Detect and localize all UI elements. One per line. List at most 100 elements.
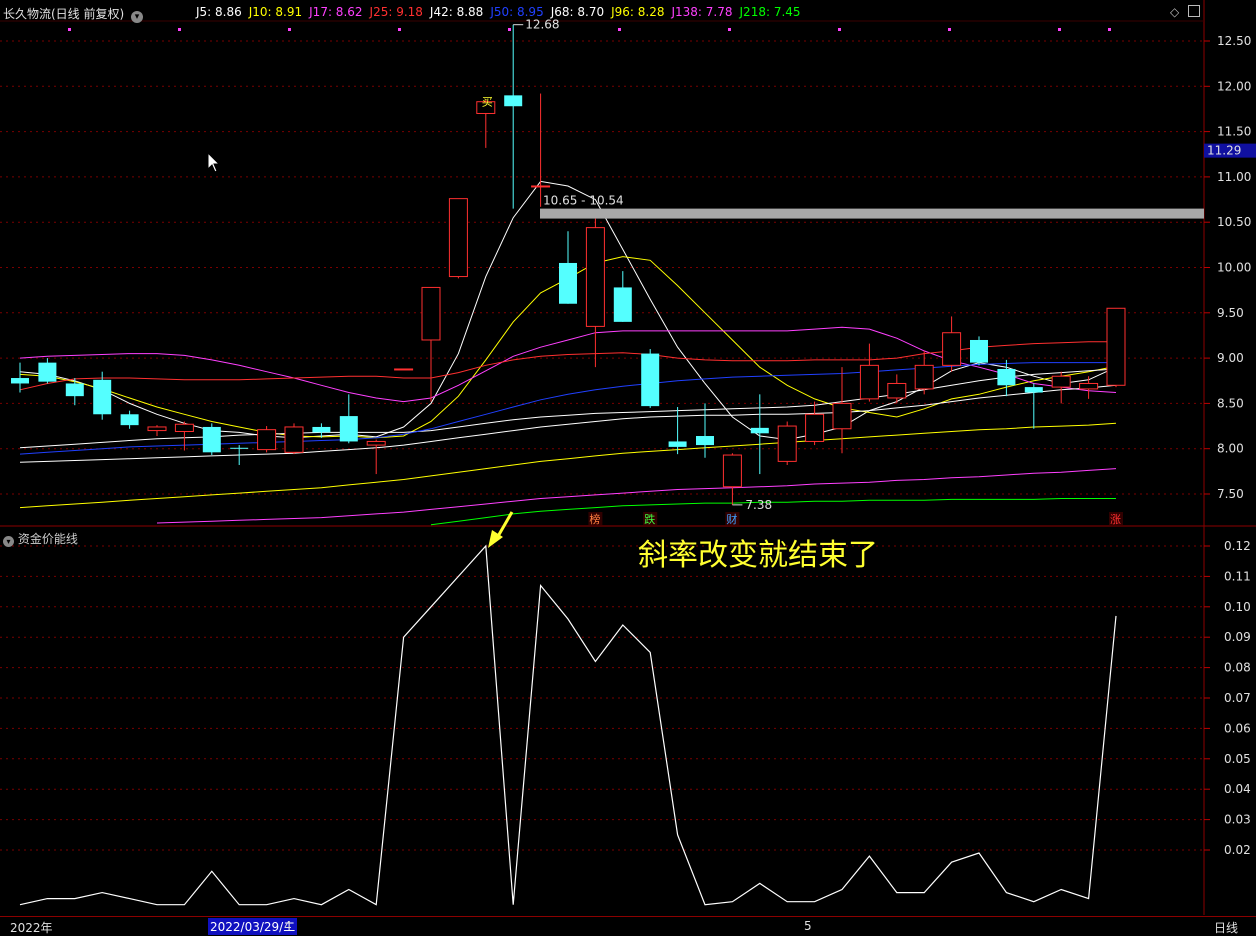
candle <box>1106 307 1126 388</box>
indicator-tick-label: 0.11 <box>1224 569 1251 583</box>
price-tick-label: 7.50 <box>1217 487 1244 501</box>
candle <box>887 374 907 404</box>
ma-legend: J5: 8.86 J10: 8.91 J17: 8.62 J25: 9.18 J42: … <box>196 5 808 19</box>
candle-body <box>257 429 277 451</box>
month-4-label: 4 <box>284 919 292 933</box>
candle-body <box>750 427 769 434</box>
candle <box>1051 371 1071 404</box>
month-5-label: 5 <box>804 919 812 933</box>
candle-body <box>997 368 1016 386</box>
candle-body <box>11 378 29 384</box>
candle <box>641 349 660 408</box>
candle-body <box>942 332 962 366</box>
candle <box>750 394 769 475</box>
price-tick-label: 10.50 <box>1217 215 1251 229</box>
candle-body <box>202 426 221 453</box>
price-chart-svg[interactable]: 12.50 12.00 11.50 11.00 10.50 10.00 9.50 9.00 8.… <box>0 0 1256 915</box>
indicator-panel[interactable] <box>0 527 1204 915</box>
candle-body <box>1079 382 1099 390</box>
price-tick-label: 11.00 <box>1217 170 1251 184</box>
candle <box>722 453 742 505</box>
candle <box>38 358 57 384</box>
candle-body <box>504 95 523 107</box>
event-marker: 涨 <box>1110 513 1121 526</box>
candle-body <box>448 198 468 278</box>
maximize-icon[interactable] <box>1188 5 1200 17</box>
indicator-tick-label: 0.08 <box>1224 661 1251 675</box>
candle-body <box>970 339 988 363</box>
ma-line-J218 <box>430 498 1116 526</box>
candle-body <box>65 383 84 397</box>
signal-dot <box>68 28 71 31</box>
range-label: 10.65 - 10.54 <box>543 194 624 208</box>
indicator-tick-label: 0.04 <box>1224 782 1251 796</box>
candle <box>997 359 1016 397</box>
candle-body <box>1051 375 1071 388</box>
candle <box>559 231 577 304</box>
candle-body <box>777 425 797 462</box>
ma-line-J138 <box>156 468 1117 524</box>
candle <box>284 423 304 455</box>
low-label: 7.38 <box>745 498 772 512</box>
candle <box>504 24 523 209</box>
signal-dot <box>948 28 951 31</box>
event-marker: 跌 <box>644 512 655 526</box>
stock-title[interactable]: 长久物流(日线 前复权) <box>3 7 124 21</box>
event-marker: 榜 <box>589 512 600 526</box>
candle-body <box>914 364 934 390</box>
candle <box>696 403 714 458</box>
ma-legend-item: J17: 8.62 <box>309 5 363 19</box>
candle <box>257 426 277 453</box>
candle <box>777 421 797 466</box>
price-tick-label: 9.50 <box>1217 306 1244 320</box>
ma-legend-item: J5: 8.86 <box>196 5 242 19</box>
candle <box>668 407 687 455</box>
price-tick-label: 8.50 <box>1217 396 1244 410</box>
candle <box>942 316 962 372</box>
candle-body <box>722 454 742 488</box>
ma-legend-item: J138: 7.78 <box>671 5 733 19</box>
ma-legend-item: J218: 7.45 <box>739 5 801 19</box>
candle-body <box>859 364 879 400</box>
period-tab[interactable]: 日线 <box>1214 919 1238 936</box>
candle <box>585 218 605 368</box>
indicator-tick-label: 0.02 <box>1224 843 1251 857</box>
candlestick-chart-panel[interactable]: 12.50 12.00 11.50 11.00 10.50 10.00 9.50 9.00 8.… <box>0 0 1256 915</box>
candle-body <box>147 426 167 432</box>
buy-marker: 买 <box>482 96 493 109</box>
candle <box>93 371 112 420</box>
signal-dot <box>618 28 621 31</box>
price-tick-label: 8.00 <box>1217 442 1244 456</box>
annotation-comment: 斜率改变就结束了 <box>638 538 878 573</box>
candle-body <box>120 414 139 426</box>
candle-body <box>887 382 907 399</box>
high-label: 12.68 <box>525 18 559 32</box>
candle-body <box>668 441 687 447</box>
candle-body <box>805 413 825 442</box>
candle-body <box>312 426 331 433</box>
mouse-cursor-icon <box>207 151 221 173</box>
ma-legend-item: J50: 8.95 <box>490 5 544 19</box>
candle <box>421 286 441 402</box>
candle <box>202 423 221 456</box>
signal-dot <box>1108 28 1111 31</box>
candle <box>65 378 84 406</box>
candle <box>339 394 358 444</box>
dropdown-icon[interactable]: ▾ <box>131 11 144 23</box>
signal-dot <box>178 28 181 31</box>
signal-dot <box>1058 28 1061 31</box>
candle-body <box>366 440 386 446</box>
candle-body <box>531 185 551 188</box>
candle-body <box>174 423 194 432</box>
candle-body <box>421 286 441 341</box>
indicator-tick-label: 0.09 <box>1224 630 1251 644</box>
diamond-icon[interactable]: ◇ <box>1170 5 1179 19</box>
indicator-tick-label: 0.07 <box>1224 691 1251 705</box>
candle-body <box>284 426 304 453</box>
collapse-icon[interactable]: ▾ <box>3 536 14 547</box>
price-tick-label: 10.00 <box>1217 261 1251 275</box>
timeline-bar[interactable]: 2022年 2022/03/29/二 4 5 日线 <box>0 916 1256 936</box>
candle-body <box>613 287 632 322</box>
candle <box>1024 383 1043 429</box>
candle-body <box>1024 387 1043 393</box>
